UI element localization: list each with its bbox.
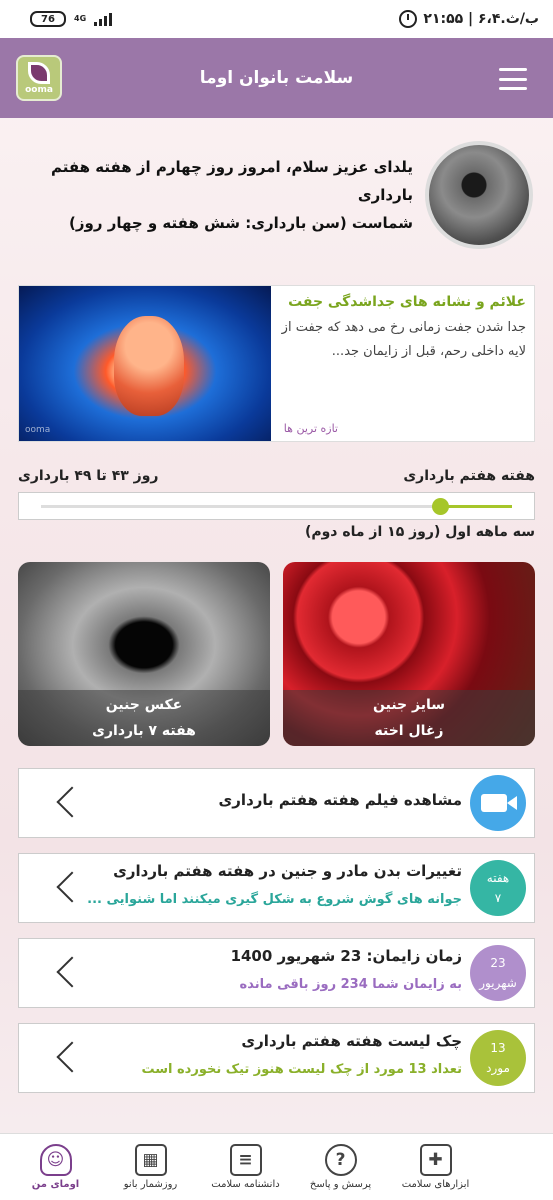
fetus-photo-week: هفته ۷ بارداری: [92, 723, 196, 739]
battery-level: 76: [41, 13, 55, 25]
article-image: ooma: [19, 286, 271, 441]
status-bar: 76 4G ۲۱:۵۵ | ۶،۴.ب/ث: [0, 0, 553, 38]
logo-text: ooma: [25, 84, 53, 95]
article-title[interactable]: علائم و نشانه های جداشدگی جفت: [279, 294, 526, 310]
checklist-row[interactable]: 13 مورد چک لیست هفته هفتم بارداری تعداد …: [18, 1023, 535, 1093]
app-header: ooma سلامت بانوان اوما: [0, 38, 553, 118]
changes-row-subtitle: جوانه های گوش شروع به شکل گیری میکنند ام…: [87, 892, 462, 907]
nav-label: ابزارهای سلامت: [401, 1179, 470, 1190]
greeting-line-2: شماست (سن بارداری: شش هفته و چهار روز): [69, 214, 413, 232]
week-badge-label: هفته: [486, 871, 510, 885]
week-badge: هفته ۷: [470, 860, 526, 916]
woman-profile-icon: ☺: [39, 1144, 72, 1176]
date-badge: 23 شهریور: [470, 945, 526, 1001]
greeting-line-1: یلدای عزیز سلام، امروز روز چهارم از هفته…: [50, 158, 413, 204]
due-date-subtitle: به زایمان شما 234 روز باقی مانده: [239, 977, 462, 992]
ultrasound-avatar[interactable]: [425, 141, 533, 249]
date-badge-month: شهریور: [479, 976, 517, 990]
video-row[interactable]: مشاهده فیلم هفته هفتم بارداری: [18, 768, 535, 838]
nav-label: دانشنامه سلامت: [211, 1179, 280, 1190]
alarm-clock-icon: [399, 10, 418, 28]
fetus-photo-card[interactable]: عکس جنین هفته ۷ بارداری: [18, 562, 270, 746]
changes-row-title: تغییرات بدن مادر و جنین در هفته هفتم بار…: [113, 862, 462, 880]
chevron-left-icon: [56, 1041, 88, 1073]
nav-encyclopedia[interactable]: ≡ دانشنامه سلامت: [206, 1134, 286, 1200]
fetus-size-card[interactable]: سایز جنین زغال اخته: [283, 562, 535, 746]
fetus-size-caption: سایز جنین زغال اخته: [283, 690, 535, 746]
hamburger-menu-icon[interactable]: [499, 68, 527, 90]
medical-kit-icon: ✚: [419, 1144, 452, 1176]
article-description: جدا شدن جفت زمانی رخ می دهد که جفت از لا…: [281, 320, 526, 359]
question-bubble-icon: ?: [324, 1144, 357, 1176]
chevron-left-icon: [56, 871, 88, 903]
checklist-subtitle: تعداد 13 مورد از چک لیست هنوز تیک نخورده…: [141, 1062, 462, 1077]
changes-row[interactable]: هفته ۷ تغییرات بدن مادر و جنین در هفته ه…: [18, 853, 535, 923]
fetus-photo-caption: عکس جنین هفته ۷ بارداری: [18, 690, 270, 746]
article-tag[interactable]: تازه ترین ها: [284, 422, 338, 435]
trimester-label: سه ماهه اول (روز ۱۵ از ماه دوم): [304, 524, 535, 540]
fetus-size-title: سایز جنین: [373, 697, 445, 713]
book-icon: ≡: [229, 1144, 262, 1176]
battery-icon: 76: [30, 11, 66, 27]
featured-article[interactable]: ooma علائم و نشانه های جداشدگی جفت جدا ش…: [18, 285, 535, 442]
days-label: روز ۴۳ تا ۴۹ بارداری: [18, 468, 159, 484]
due-date-title: زمان زایمان: 23 شهریور 1400: [230, 947, 462, 965]
page-title: سلامت بانوان اوما: [199, 68, 354, 88]
week-badge-number: ۷: [494, 891, 502, 905]
signal-icon: [94, 12, 113, 26]
chevron-left-icon: [56, 786, 88, 818]
checklist-title: چک لیست هفته هفتم بارداری: [241, 1032, 462, 1050]
nav-label: روزشمار بانو: [123, 1179, 178, 1190]
fetus-illustration: [114, 316, 184, 416]
due-date-row[interactable]: 23 شهریور زمان زایمان: 23 شهریور 1400 به…: [18, 938, 535, 1008]
progress-fill: [441, 505, 512, 508]
nav-health-tools[interactable]: ✚ ابزارهای سلامت: [396, 1134, 476, 1200]
checklist-badge: 13 مورد: [470, 1030, 526, 1086]
progress-track: [41, 498, 512, 515]
nav-calendar[interactable]: ▦ روزشمار بانو: [111, 1134, 191, 1200]
greeting-section: یلدای عزیز سلام، امروز روز چهارم از هفته…: [18, 140, 533, 250]
week-label: هفته هفتم بارداری: [403, 468, 535, 484]
nav-qa[interactable]: ? پرسش و پاسخ: [301, 1134, 381, 1200]
week-info-row: هفته هفتم بارداری روز ۴۳ تا ۴۹ بارداری: [18, 468, 535, 484]
status-time: ۲۱:۵۵ | ۶،۴.ب/ث: [423, 11, 539, 27]
calendar-icon: ▦: [134, 1144, 167, 1176]
chevron-left-icon: [56, 956, 88, 988]
article-body: علائم و نشانه های جداشدگی جفت جدا شدن جف…: [271, 286, 534, 441]
fetus-photo-title: عکس جنین: [105, 697, 183, 713]
video-row-title: مشاهده فیلم هفته هفتم بارداری: [218, 791, 462, 809]
pregnancy-progress: [18, 492, 535, 520]
bottom-navigation: ✚ ابزارهای سلامت ? پرسش و پاسخ ≡ دانشنام…: [0, 1133, 553, 1200]
leaf-icon: [28, 61, 50, 84]
date-badge-day: 23: [490, 956, 506, 970]
nav-label: اومای من: [31, 1179, 80, 1190]
fetus-size-value: زغال اخته: [374, 723, 444, 739]
progress-knob: [432, 498, 450, 515]
network-indicator: 4G: [74, 14, 87, 23]
checklist-badge-unit: مورد: [486, 1061, 510, 1075]
greeting-text: یلدای عزیز سلام، امروز روز چهارم از هفته…: [18, 153, 413, 237]
app-logo[interactable]: ooma: [16, 55, 62, 101]
checklist-badge-count: 13: [490, 1041, 506, 1055]
nav-label: پرسش و پاسخ: [309, 1179, 372, 1190]
article-image-watermark: ooma: [25, 425, 51, 435]
video-camera-icon: [470, 775, 526, 831]
nav-my-ooma[interactable]: ☺ اومای من: [16, 1134, 96, 1200]
